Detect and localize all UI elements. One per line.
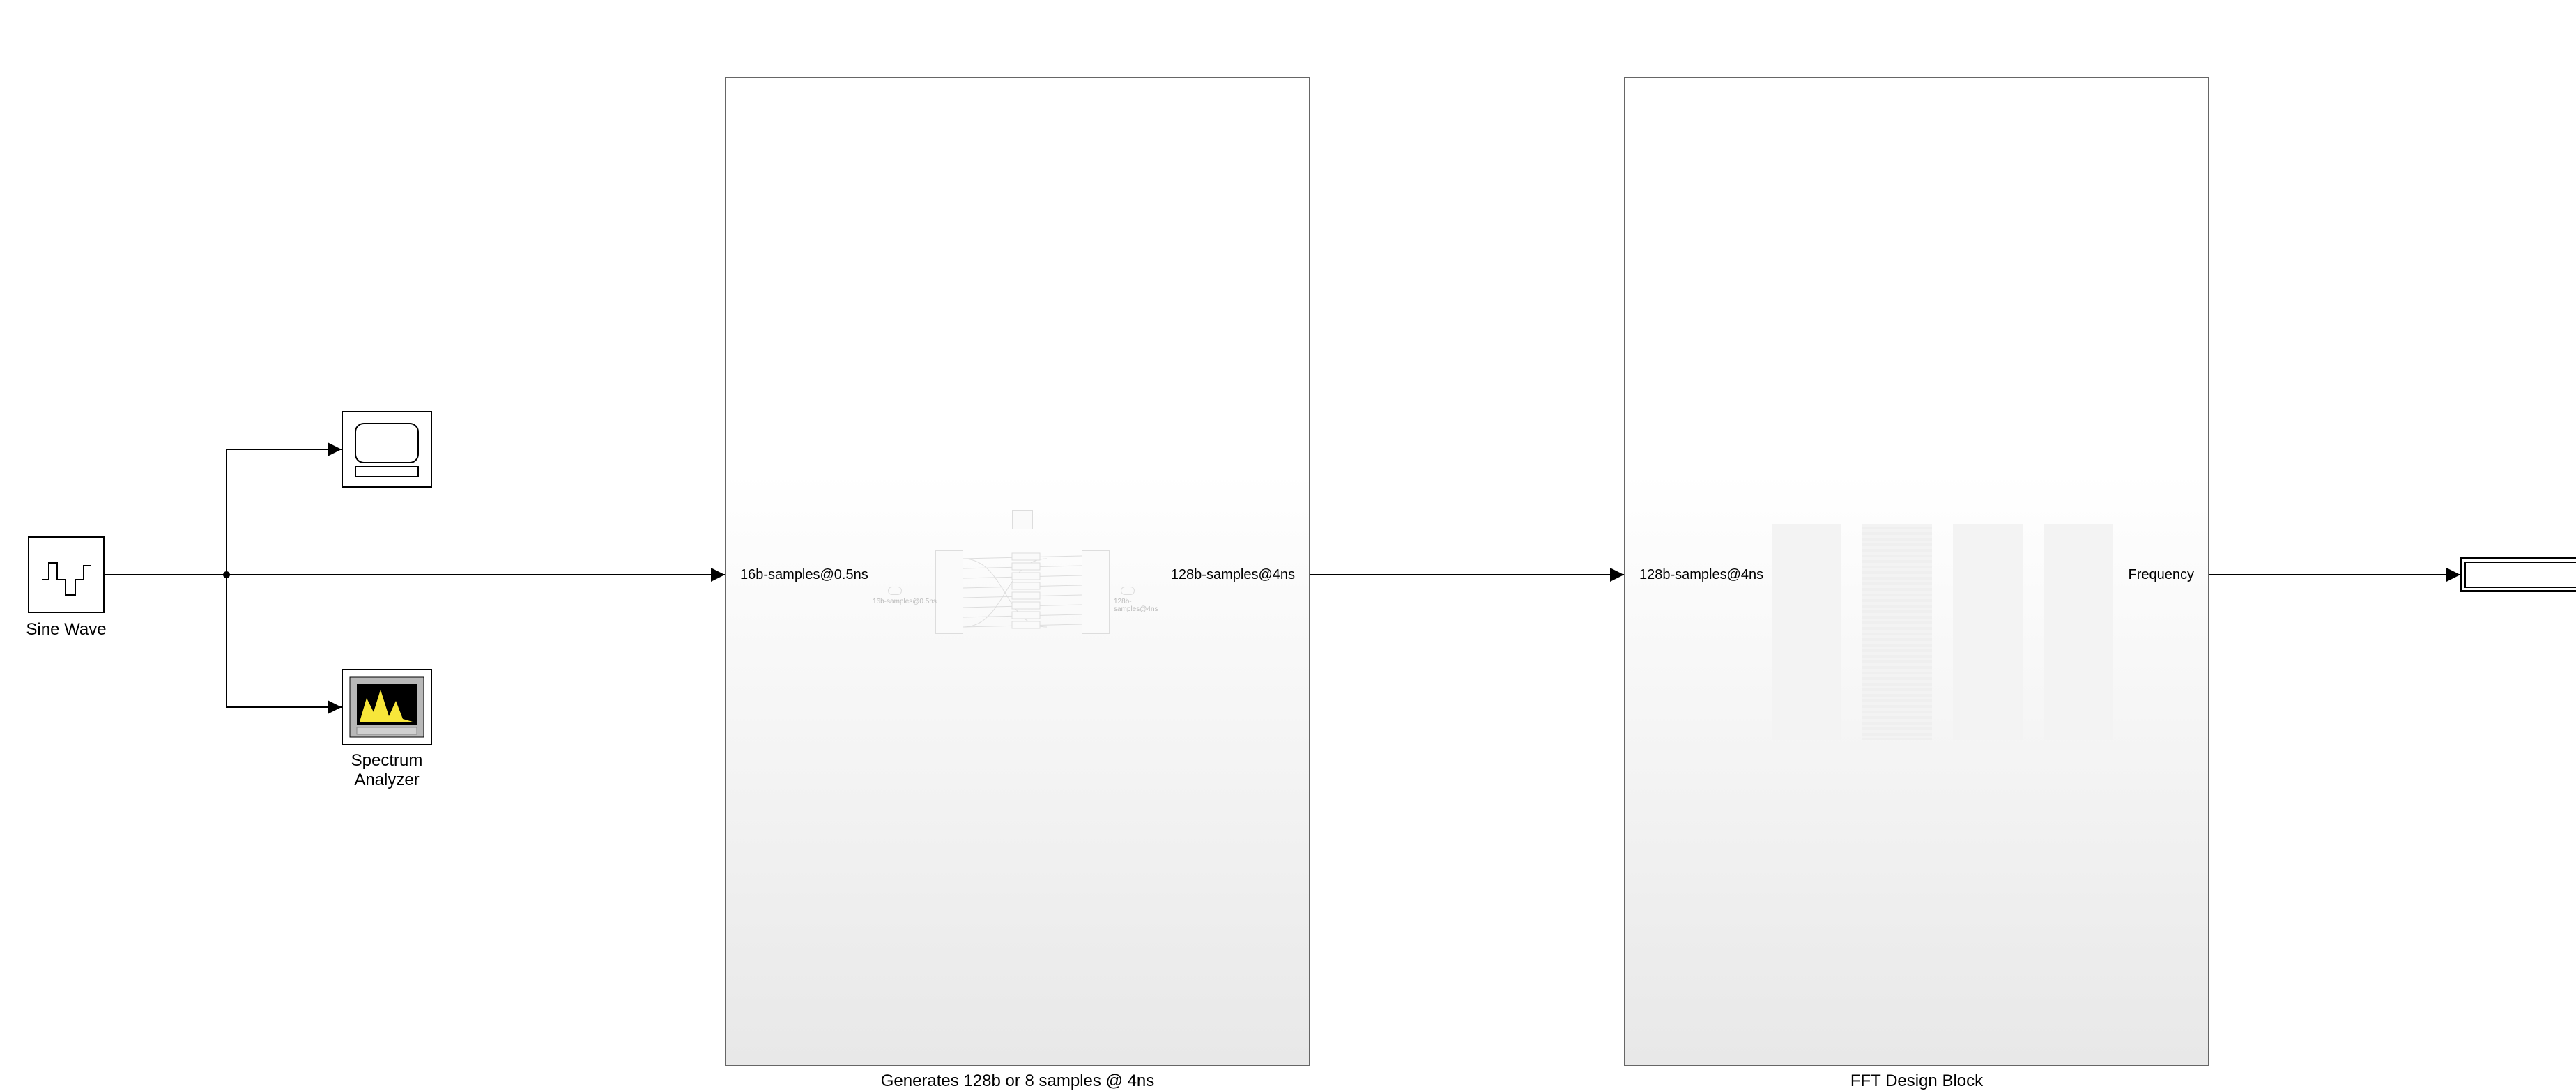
display-block[interactable]	[2460, 557, 2576, 592]
subsystem1-port-out: 128b-samples@4ns	[1171, 567, 1295, 583]
spectrum-analyzer-block[interactable]	[342, 669, 432, 745]
subsystem1-label: Generates 128b or 8 samples @ 4ns	[725, 1071, 1310, 1091]
simulink-canvas[interactable]: Sine Wave Spectrum Analyzer 16b-samples@…	[0, 0, 2576, 1031]
spectrum-label-line1: Spectrum	[351, 751, 423, 770]
sine-wave-block[interactable]	[28, 536, 105, 613]
spectrum-label-line2: Analyzer	[354, 771, 419, 789]
subsystem2-port-out: Frequency	[2129, 567, 2195, 583]
subsystem2-port-in: 128b-samples@4ns	[1639, 567, 1763, 583]
spectrum-analyzer-label: Spectrum Analyzer	[328, 751, 446, 789]
subsystem-fft[interactable]: 128b-samples@4ns Frequency	[1624, 77, 2209, 1066]
sine-wave-icon	[29, 538, 103, 612]
subsystem-generator[interactable]: 16b-samples@0.5ns 128b-samples@4ns 16b-s…	[725, 77, 1310, 1066]
sine-wave-label: Sine Wave	[14, 620, 118, 640]
subsystem1-port-in: 16b-samples@0.5ns	[740, 567, 868, 583]
spectrum-analyzer-icon	[343, 670, 431, 744]
subsystem2-label: FFT Design Block	[1624, 1071, 2209, 1091]
scope-block[interactable]	[342, 411, 432, 488]
scope-icon	[343, 412, 431, 486]
subsystem1-internal-preview: 16b-samples@0.5ns 128b-samples@4ns	[907, 538, 1130, 649]
